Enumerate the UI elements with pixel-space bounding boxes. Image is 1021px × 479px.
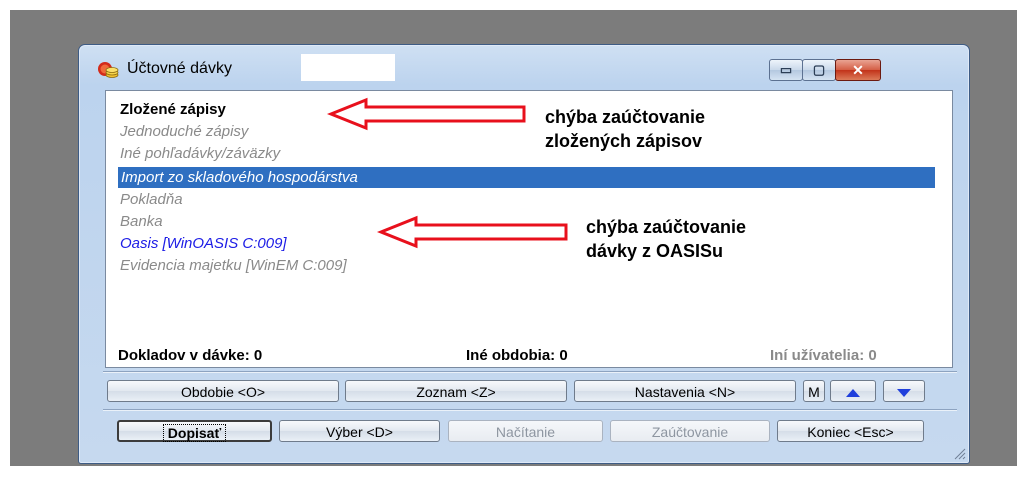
minimize-icon: ▭ — [779, 62, 793, 77]
accounting-batches-window: Účtovné dávky ▭ ▢ ✕ Zložené zápisy Jedno… — [78, 44, 970, 464]
maximize-button[interactable]: ▢ — [802, 59, 836, 81]
exit-button[interactable]: Koniec <Esc> — [777, 420, 924, 442]
list-item[interactable]: Zložené zápisy — [120, 99, 226, 120]
coins-icon — [98, 62, 119, 78]
exit-button-label: Koniec <Esc> — [807, 424, 894, 440]
title-bar[interactable]: Účtovné dávky ▭ ▢ ✕ — [79, 45, 969, 89]
maximize-icon: ▢ — [812, 62, 826, 77]
append-button-label: Dopisať — [162, 424, 227, 442]
status-other-periods: Iné obdobia: 0 — [466, 347, 568, 364]
list-item[interactable]: Jednoduché zápisy — [120, 121, 248, 142]
list-button-label: Zoznam <Z> — [416, 384, 496, 400]
close-button[interactable]: ✕ — [835, 59, 881, 81]
load-button[interactable]: Načítanie — [448, 420, 603, 442]
post-button-label: Zaúčtovanie — [651, 424, 729, 440]
close-icon: ✕ — [852, 62, 864, 78]
list-item[interactable]: Iné pohľadávky/záväzky — [120, 143, 280, 164]
post-button[interactable]: Zaúčtovanie — [610, 420, 770, 442]
annotation-text-2-line-2: dávky z OASISu — [586, 241, 724, 261]
list-item-selected[interactable]: Import zo skladového hospodárstva — [118, 167, 935, 188]
annotation-text-1-line-2: zložených zápisov — [545, 131, 703, 151]
annotation-text-2-line-1: chýba zaúčtovanie — [586, 217, 747, 237]
status-other-users: Iní užívatelia: 0 — [770, 347, 877, 364]
load-button-label: Načítanie — [495, 424, 556, 440]
period-button[interactable]: Obdobie <O> — [107, 380, 339, 402]
minimize-button[interactable]: ▭ — [769, 59, 803, 81]
annotation-text-1-line-1: chýba zaúčtovanie — [545, 107, 706, 127]
m-button-label: M — [808, 384, 820, 400]
select-button[interactable]: Výber <D> — [279, 420, 440, 442]
annotation-arrow-2 — [376, 215, 568, 249]
status-documents: Dokladov v dávke: 0 — [118, 347, 263, 364]
list-item[interactable]: Evidencia majetku [WinEM C:009] — [120, 255, 347, 276]
separator — [103, 371, 957, 373]
resize-grip-icon[interactable] — [952, 446, 966, 460]
period-button-label: Obdobie <O> — [180, 384, 266, 400]
settings-button[interactable]: Nastavenia <N> — [574, 380, 796, 402]
settings-button-label: Nastavenia <N> — [634, 384, 736, 400]
separator — [103, 409, 957, 411]
append-button[interactable]: Dopisať — [117, 420, 272, 442]
move-up-button[interactable] — [830, 380, 876, 402]
title-redaction — [301, 54, 395, 81]
arrow-up-icon — [846, 389, 860, 398]
list-button[interactable]: Zoznam <Z> — [345, 380, 567, 402]
window-title: Účtovné dávky — [127, 60, 232, 77]
m-button[interactable]: M — [803, 380, 825, 402]
arrow-down-icon — [897, 389, 911, 398]
status-area: Dokladov v dávke: 0 Iné obdobia: 0 Iní u… — [106, 344, 952, 367]
annotation-arrow-1 — [326, 97, 526, 131]
batch-list[interactable]: Zložené zápisy Jednoduché zápisy Iné poh… — [105, 90, 953, 368]
list-item[interactable]: Banka — [120, 211, 163, 232]
move-down-button[interactable] — [883, 380, 925, 402]
list-item[interactable]: Pokladňa — [120, 189, 183, 210]
list-item[interactable]: Oasis [WinOASIS C:009] — [120, 233, 287, 254]
select-button-label: Výber <D> — [326, 424, 393, 440]
